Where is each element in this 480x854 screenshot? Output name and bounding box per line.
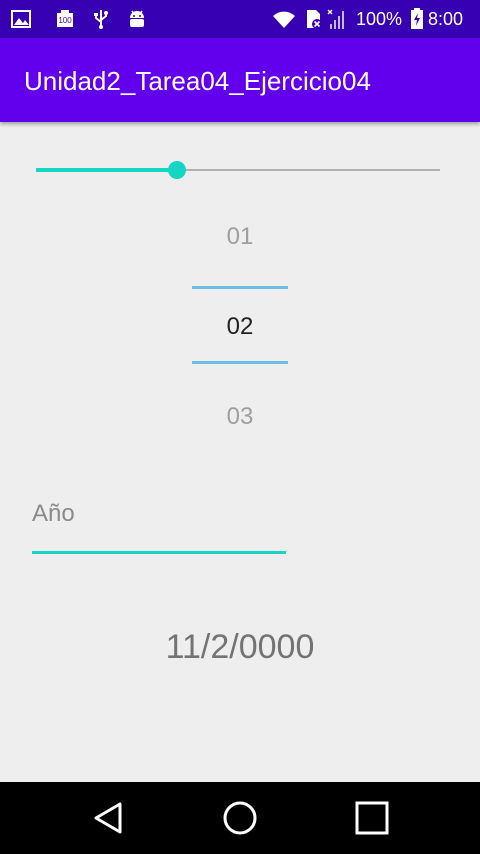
number-picker[interactable]: 01 02 03: [192, 200, 288, 440]
picker-divider-top: [192, 286, 288, 289]
home-icon[interactable]: [220, 798, 260, 838]
year-field[interactable]: [32, 494, 286, 556]
app-bar: Unidad2_Tarea04_Ejercicio04: [0, 38, 480, 122]
clock: 8:00: [428, 9, 464, 29]
battery-icon: [411, 8, 423, 29]
wifi-icon: [273, 11, 295, 28]
seek-bar[interactable]: [36, 158, 440, 182]
status-bar: 100 100% 8:00: [0, 0, 480, 38]
usb-icon: [94, 10, 108, 29]
year-input[interactable]: [32, 494, 286, 534]
year-field-underline: [32, 551, 286, 554]
battery-100-icon: 100: [57, 10, 73, 27]
picker-next-value[interactable]: 03: [192, 403, 288, 431]
picker-divider-bottom: [192, 361, 288, 364]
recents-icon[interactable]: [352, 798, 392, 838]
back-icon[interactable]: [88, 798, 128, 838]
sim-no-service-icon: [307, 10, 322, 29]
navigation-bar: [0, 782, 480, 854]
picker-previous-value[interactable]: 01: [192, 223, 288, 251]
seek-bar-progress: [36, 168, 178, 172]
android-debug-icon: [130, 10, 144, 27]
image-icon: [11, 10, 31, 28]
app-title: Unidad2_Tarea04_Ejercicio04: [24, 66, 371, 96]
svg-text:100: 100: [58, 16, 72, 25]
picker-current-value[interactable]: 02: [192, 313, 288, 341]
result-date: 11/2/0000: [165, 628, 315, 666]
seek-bar-thumb[interactable]: [168, 161, 187, 179]
battery-percentage: 100%: [356, 9, 403, 29]
signal-icon: [327, 9, 344, 29]
